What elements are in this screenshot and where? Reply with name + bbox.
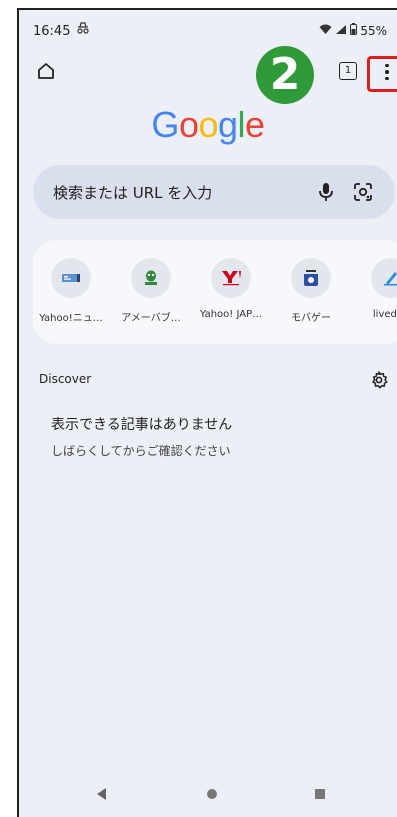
logo-letter: l xyxy=(237,104,246,145)
camera-lens-icon xyxy=(354,183,372,201)
shortcut-label: livedoo xyxy=(372,309,397,320)
logo-letter: o xyxy=(178,104,199,145)
search-box[interactable]: 検索または URL を入力 xyxy=(33,165,395,219)
livedoor-icon xyxy=(371,258,397,298)
home-button[interactable] xyxy=(33,58,59,84)
back-icon[interactable] xyxy=(97,788,106,800)
battery-level: 55% xyxy=(360,23,387,38)
status-time: 16:45 xyxy=(33,24,71,39)
status-bar: 16:45 55% xyxy=(19,10,397,50)
shortcut-tile[interactable]: モバゲー xyxy=(273,258,349,324)
search-input[interactable]: 検索または URL を入力 xyxy=(53,182,212,203)
shortcut-tile[interactable]: Yahoo!ニュ… xyxy=(33,258,109,324)
status-indicators: 55% xyxy=(319,23,387,38)
home-circle-icon[interactable] xyxy=(207,789,217,799)
shortcut-label: モバゲー xyxy=(291,313,331,324)
system-navigation-bar xyxy=(19,773,397,817)
signal-icon xyxy=(335,24,347,38)
empty-feed-subtitle: しばらくしてからご確認ください xyxy=(51,444,231,458)
tab-switcher-button[interactable]: 1 xyxy=(339,62,357,80)
shortcut-label: Yahoo!ニュ… xyxy=(39,313,103,324)
mic-icon xyxy=(319,183,333,201)
shortcut-tile[interactable]: livedoo xyxy=(353,258,397,320)
logo-letter: g xyxy=(218,104,238,145)
ameba-icon xyxy=(131,258,171,298)
logo-letter: e xyxy=(245,104,265,145)
shortcuts-panel: Yahoo!ニュ… アメーバブ… Yahoo! JAP… モバゲー livedo… xyxy=(33,240,397,344)
discover-heading: Discover xyxy=(39,372,92,386)
gear-icon xyxy=(372,371,388,389)
home-icon xyxy=(38,63,54,79)
discover-settings-button[interactable] xyxy=(369,370,389,390)
step-badge: 2 xyxy=(256,46,314,104)
mobage-icon xyxy=(291,258,331,298)
yahoo-japan-icon xyxy=(211,258,251,298)
phone-screen: 16:45 55% 2 1 Google 検索または URL を入力 Yahoo… xyxy=(17,8,397,817)
more-vert-icon xyxy=(385,63,389,68)
shortcut-tile[interactable]: Yahoo! JAP… xyxy=(193,258,269,320)
shortcut-tile[interactable]: アメーバブ… xyxy=(113,258,189,324)
voice-search-button[interactable] xyxy=(315,180,337,204)
logo-letter: o xyxy=(198,104,218,145)
browser-toolbar: 2 1 xyxy=(19,46,397,104)
logo-letter: G xyxy=(151,104,179,145)
yahoo-news-icon xyxy=(51,258,91,298)
shortcut-label: Yahoo! JAP… xyxy=(199,309,263,320)
lens-search-button[interactable] xyxy=(351,180,375,204)
shortcut-label: アメーバブ… xyxy=(121,313,181,324)
battery-icon xyxy=(350,23,358,38)
more-options-button[interactable] xyxy=(375,58,397,86)
recents-icon[interactable] xyxy=(315,789,325,799)
wifi-icon xyxy=(319,24,332,38)
google-logo: Google xyxy=(19,104,397,146)
incognito-notification-icon xyxy=(76,22,90,38)
empty-feed-title: 表示できる記事はありません xyxy=(51,417,233,433)
